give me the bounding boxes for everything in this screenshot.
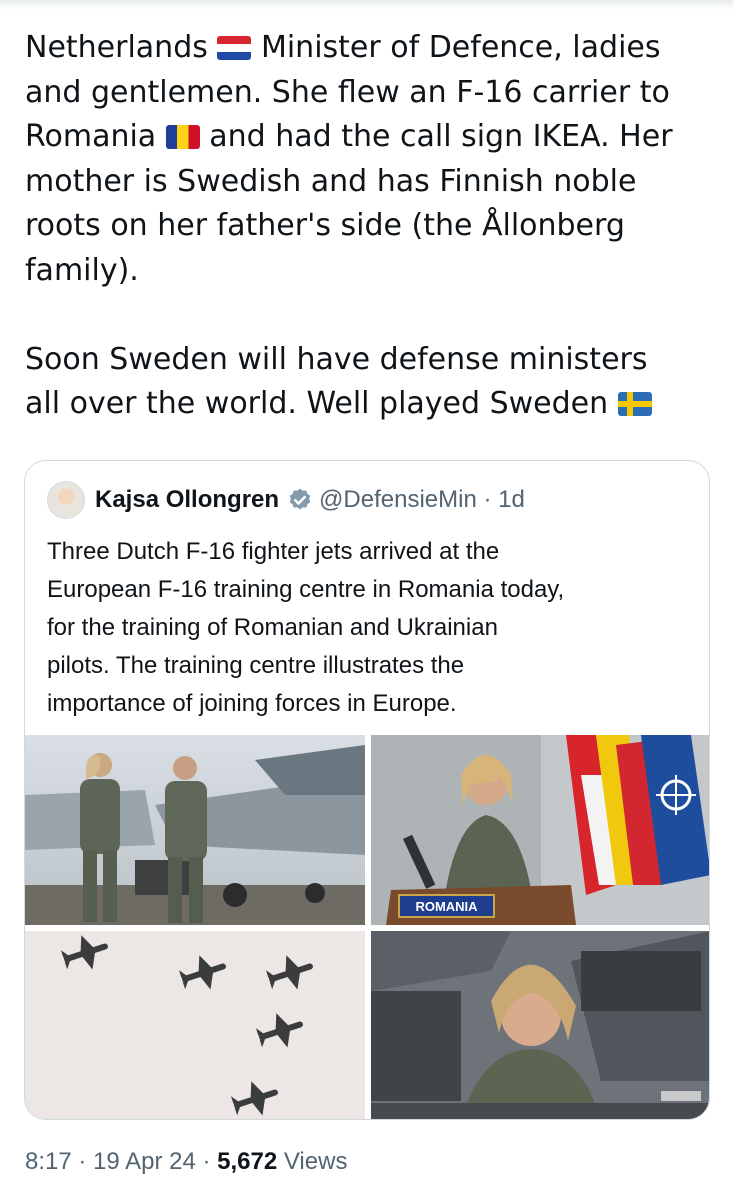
tweet-text-segment: roots on her father's side (the Ållonber… — [25, 208, 625, 243]
tweet-text-segment: Minister of Defence, ladies — [251, 30, 661, 65]
podium-sign-text: ROMANIA — [415, 899, 478, 914]
photo-jets-formation[interactable] — [25, 931, 365, 1119]
quoted-tweet-card[interactable]: Kajsa Ollongren @DefensieMin · 1d Three … — [24, 460, 710, 1120]
tweet-line: family). — [25, 249, 715, 294]
post-time[interactable]: 8:17 — [25, 1148, 72, 1175]
tweet-line: Netherlands Minister of Defence, ladies — [25, 26, 715, 71]
photo-minister-podium[interactable]: ROMANIA — [371, 735, 709, 925]
post-date[interactable]: 19 Apr 24 — [93, 1148, 196, 1175]
separator-text: · — [483, 486, 492, 513]
romania-flag-icon — [165, 125, 200, 149]
tweet-meta: 8:17 · 19 Apr 24 · 5,672 Views — [25, 1148, 347, 1176]
quoted-tweet-body: Three Dutch F-16 fighter jets arrived at… — [47, 533, 697, 723]
netherlands-flag-icon — [217, 36, 252, 60]
relative-time[interactable]: 1d — [498, 486, 525, 514]
tweet-line: roots on her father's side (the Ållonber… — [25, 204, 715, 249]
photo-grid: ROMANIA — [25, 735, 709, 1119]
tweet-line: Soon Sweden will have defense ministers — [25, 338, 715, 383]
photo-pilots-walking[interactable] — [25, 735, 365, 925]
quoted-line: European F-16 training centre in Romania… — [47, 576, 565, 603]
avatar[interactable] — [47, 481, 85, 519]
tweet-text-segment: all over the world. Well played Sweden — [25, 386, 618, 421]
tweet-line: Romania and had the call sign IKEA. Her — [25, 115, 715, 160]
meta-separator: · — [195, 1148, 218, 1175]
author-name[interactable]: Kajsa Ollongren — [95, 486, 279, 514]
tweet-text-segment: Netherlands — [25, 30, 218, 65]
sweden-flag-icon — [617, 392, 652, 416]
quoted-line: Three Dutch F-16 fighter jets arrived at… — [47, 538, 500, 565]
dot-separator: · — [477, 486, 498, 514]
tweet-text-segment: and gentlemen. She flew an F-16 carrier … — [25, 74, 670, 110]
tweet-body: Netherlands Minister of Defence, ladies … — [25, 26, 715, 427]
author-handle[interactable]: @DefensieMin — [319, 486, 477, 514]
views-count[interactable]: 5,672 — [217, 1148, 277, 1175]
tweet-line: mother is Swedish and has Finnish noble — [25, 160, 715, 205]
quoted-line: pilots. The training centre illustrates … — [47, 652, 465, 679]
views-label: Views — [277, 1148, 348, 1175]
tweet-text-segment: Romania — [25, 119, 166, 154]
tweet-line: and gentlemen. She flew an F-16 carrier … — [25, 71, 715, 116]
photo-minister-cockpit[interactable] — [371, 931, 709, 1119]
quoted-line: importance of joining forces in Europe. — [47, 690, 457, 717]
top-edge — [0, 0, 733, 10]
tweet-text-segment: family). — [25, 252, 139, 288]
tweet-text-segment: Soon Sweden will have defense ministers — [25, 341, 648, 377]
tweet-text-segment: and had the call sign IKEA. Her — [199, 119, 673, 154]
tweet-line: all over the world. Well played Sweden — [25, 382, 715, 427]
meta-separator: · — [71, 1148, 94, 1175]
quoted-tweet-header: Kajsa Ollongren @DefensieMin · 1d — [47, 481, 525, 519]
quoted-line: for the training of Romanian and Ukraini… — [47, 614, 498, 641]
verified-badge-icon — [289, 488, 311, 510]
tweet-text-segment: mother is Swedish and has Finnish noble — [25, 163, 637, 199]
